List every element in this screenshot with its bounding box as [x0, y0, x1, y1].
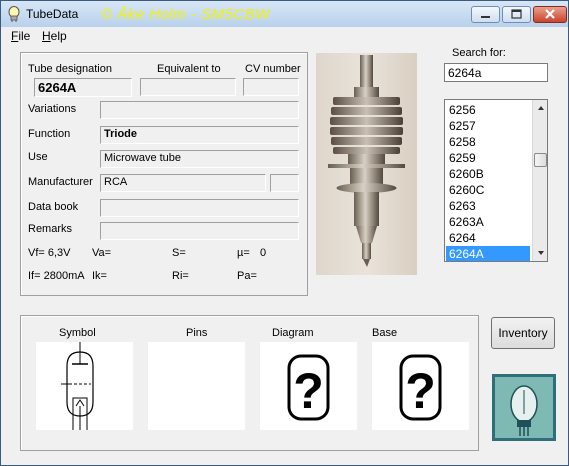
remarks-label: Remarks — [28, 223, 73, 235]
title-bar[interactable]: TubeData © Åke Holm - SM5CBW — [1, 1, 568, 27]
manufacturer-label: Manufacturer — [28, 176, 93, 188]
menu-help-accelerator: H — [42, 29, 51, 43]
triode-symbol-icon — [61, 342, 94, 430]
menu-bar: File Help — [1, 27, 568, 45]
tubedata-window: TubeData © Åke Holm - SM5CBW File Help T… — [0, 0, 569, 466]
list-item[interactable]: 6256 — [446, 102, 530, 118]
symbol-label: Symbol — [59, 327, 96, 339]
tube-logo-icon — [492, 374, 556, 441]
va-value: Va= — [92, 247, 112, 259]
svg-text:?: ? — [293, 363, 324, 419]
tube-designation-label: Tube designation — [28, 63, 112, 75]
search-input[interactable] — [444, 63, 548, 82]
list-item[interactable]: 6260B — [446, 166, 530, 182]
data-book-field[interactable] — [100, 199, 299, 217]
list-item[interactable]: 6257 — [446, 118, 530, 134]
menu-file-label: ile — [18, 29, 31, 43]
cv-number-label: CV number — [245, 63, 301, 75]
variations-field[interactable] — [100, 101, 299, 119]
mu-label: µ= — [237, 247, 250, 259]
equivalent-label: Equivalent to — [157, 63, 221, 75]
list-scrollbar[interactable] — [532, 100, 547, 261]
question-mark-icon: ? — [399, 354, 442, 421]
if-value: If= 2800mA — [28, 270, 85, 282]
list-item[interactable]: 6263 — [446, 198, 530, 214]
list-item[interactable]: 6260C — [446, 182, 530, 198]
close-icon — [545, 9, 555, 19]
list-item-selected[interactable]: 6264A — [446, 246, 530, 261]
ri-value: Ri= — [172, 270, 189, 282]
scroll-thumb[interactable] — [534, 153, 547, 167]
menu-file[interactable]: File — [11, 29, 30, 43]
base-image: ? — [372, 342, 469, 430]
manufacturer-extra-field[interactable] — [270, 174, 299, 192]
microwave-tube-illustration — [328, 55, 405, 267]
remarks-field[interactable] — [100, 222, 299, 240]
base-label: Base — [372, 327, 398, 339]
manufacturer-field[interactable]: RCA — [100, 174, 266, 192]
minimize-button[interactable] — [471, 6, 500, 23]
diagram-label: Diagram — [272, 327, 314, 339]
question-mark-icon: ? — [287, 354, 330, 421]
scroll-up-button[interactable] — [533, 100, 547, 116]
list-item[interactable]: 6263A — [446, 214, 530, 230]
diagram-image: ? — [260, 342, 357, 430]
svg-text:?: ? — [405, 363, 436, 419]
search-label: Search for: — [452, 47, 506, 59]
equivalent-field[interactable] — [140, 78, 236, 96]
maximize-icon — [511, 9, 522, 19]
arrow-down-icon — [538, 251, 544, 255]
use-label: Use — [28, 151, 48, 163]
inventory-button[interactable]: Inventory — [491, 317, 555, 349]
list-item[interactable]: 6259 — [446, 150, 530, 166]
scroll-down-button[interactable] — [533, 245, 547, 261]
data-book-label: Data book — [28, 201, 79, 213]
arrow-up-icon — [538, 106, 544, 110]
s-value: S= — [172, 247, 186, 259]
function-field[interactable]: Triode — [100, 126, 299, 144]
function-label: Function — [28, 128, 71, 140]
ik-value: Ik= — [92, 270, 107, 282]
tube-list[interactable]: 6256 6257 6258 6259 6260B 6260C 6263 626… — [444, 99, 548, 262]
list-item[interactable]: 6258 — [446, 134, 530, 150]
use-field[interactable]: Microwave tube — [100, 150, 299, 168]
menu-help[interactable]: Help — [42, 29, 67, 43]
mu-value: 0 — [260, 247, 267, 259]
list-item[interactable]: 6264 — [446, 230, 530, 246]
tubedata-logo — [492, 374, 556, 441]
close-button[interactable] — [533, 6, 567, 23]
tube-designation-field[interactable]: 6264A — [34, 78, 132, 97]
pa-value: Pa= — [237, 270, 257, 282]
pins-image — [148, 342, 245, 430]
pins-label: Pins — [186, 327, 208, 339]
tube-photo — [316, 53, 417, 275]
minimize-icon — [481, 16, 490, 18]
tube-app-icon — [8, 6, 20, 22]
maximize-button[interactable] — [502, 6, 531, 23]
symbol-image — [36, 342, 133, 430]
cv-number-field[interactable] — [243, 78, 299, 96]
copyright-banner: © Åke Holm - SM5CBW — [101, 6, 270, 23]
menu-help-label: elp — [50, 29, 67, 43]
vf-value: Vf= 6,3V — [28, 247, 71, 259]
window-title: TubeData — [26, 7, 79, 21]
variations-label: Variations — [28, 103, 77, 115]
